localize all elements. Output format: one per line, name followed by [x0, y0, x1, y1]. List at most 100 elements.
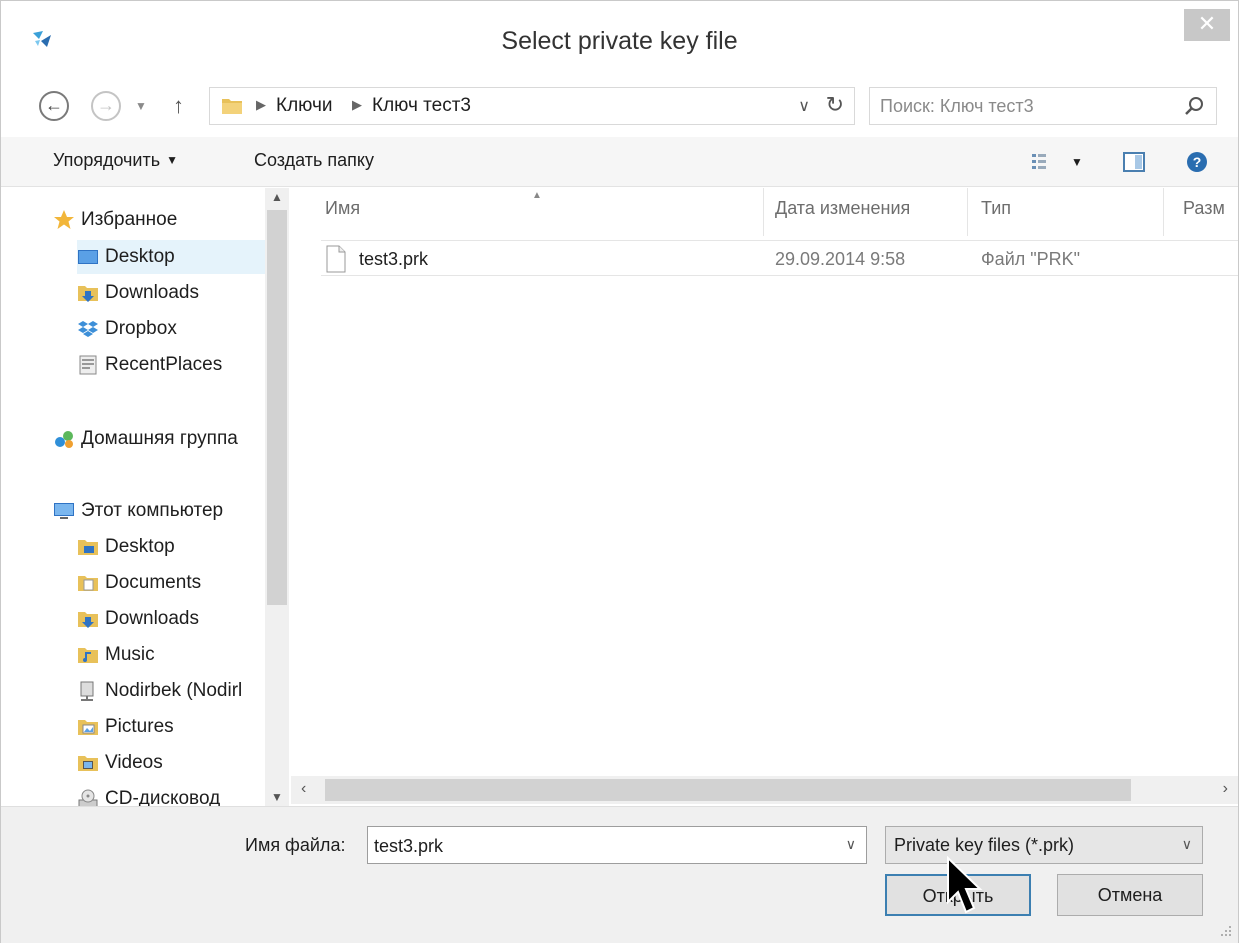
scrollbar-thumb[interactable]: [267, 210, 287, 605]
scroll-left-icon[interactable]: ‹: [301, 780, 306, 798]
view-options-icon[interactable]: [1029, 149, 1055, 175]
file-name-combobox[interactable]: ∨: [367, 826, 867, 864]
column-header-name[interactable]: Имя: [325, 198, 360, 219]
file-dialog-window: Select private key file ✕ ← → ▼ ↑ ▶ Ключ…: [0, 0, 1239, 943]
mouse-cursor-icon: [947, 856, 983, 914]
forward-button[interactable]: →: [91, 91, 121, 121]
breadcrumb-item[interactable]: Ключ тест3: [372, 95, 471, 117]
nav-item-desktop[interactable]: Desktop: [77, 240, 265, 274]
resize-grip-icon[interactable]: [1218, 923, 1232, 937]
nav-item-pc-desktop[interactable]: Desktop: [77, 530, 265, 564]
recent-locations-dropdown[interactable]: ▼: [135, 91, 147, 121]
desktop-folder-icon: [78, 540, 98, 555]
search-icon[interactable]: [1182, 94, 1206, 118]
dropdown-arrow-icon: ▼: [166, 153, 179, 167]
scroll-right-icon[interactable]: ›: [1223, 780, 1228, 798]
organize-label: Упорядочить: [53, 150, 161, 170]
file-type-filter-value: Private key files (*.prk): [894, 835, 1075, 855]
file-icon: [326, 245, 346, 273]
documents-folder-icon: [78, 576, 98, 591]
column-header-date[interactable]: Дата изменения: [775, 198, 910, 219]
music-folder-icon: [78, 648, 98, 663]
desktop-icon: [78, 250, 98, 264]
nav-favorites[interactable]: Избранное: [53, 203, 265, 237]
svg-text:?: ?: [1193, 154, 1202, 170]
folder-icon: [222, 99, 242, 114]
search-box[interactable]: [869, 87, 1217, 125]
close-button[interactable]: ✕: [1184, 9, 1230, 41]
nav-label: Desktop: [105, 536, 175, 557]
breadcrumb-item[interactable]: Ключи: [276, 95, 333, 117]
nav-item-documents[interactable]: Documents: [77, 566, 265, 600]
preview-pane-icon[interactable]: [1121, 149, 1147, 175]
window-title: Select private key file: [501, 27, 738, 55]
nav-homegroup[interactable]: Домашняя группа: [53, 422, 265, 456]
up-button[interactable]: ↑: [173, 91, 184, 121]
sort-ascending-icon: ▲: [532, 190, 542, 201]
breadcrumb-separator: ▶: [352, 97, 362, 112]
scroll-up-icon[interactable]: ▲: [271, 190, 283, 204]
navigation-row: ← → ▼ ↑ ▶ Ключи ▶ Ключ тест3 ∨ ↻: [1, 81, 1238, 131]
nav-label: Videos: [105, 752, 163, 773]
nav-label: Music: [105, 644, 155, 665]
breadcrumb-separator: ▶: [256, 97, 266, 112]
nav-item-downloads[interactable]: Downloads: [77, 276, 265, 310]
nav-label: Documents: [105, 572, 202, 593]
star-icon: [54, 210, 74, 229]
chevron-down-icon[interactable]: ∨: [1182, 836, 1192, 853]
back-button[interactable]: ←: [39, 91, 69, 121]
nav-item-music[interactable]: Music: [77, 638, 265, 672]
homegroup-icon: [55, 431, 73, 448]
nav-this-pc[interactable]: Этот компьютер: [53, 494, 265, 528]
column-divider[interactable]: [1163, 188, 1164, 236]
new-folder-button[interactable]: Создать папку: [254, 150, 374, 171]
nav-label: Downloads: [105, 282, 199, 303]
address-dropdown-icon[interactable]: ∨: [798, 96, 810, 116]
nav-label: Desktop: [105, 246, 175, 267]
nav-label: Downloads: [105, 608, 199, 629]
file-date: 29.09.2014 9:58: [775, 249, 906, 269]
title-bar[interactable]: Select private key file ✕: [1, 1, 1238, 79]
nav-label: RecentPlaces: [105, 354, 223, 375]
downloads-folder-icon: [78, 286, 98, 302]
column-divider[interactable]: [763, 188, 764, 236]
column-header-size[interactable]: Разм: [1183, 198, 1225, 219]
command-bar: Упорядочить ▼ Создать папку ▼ ?: [1, 137, 1238, 187]
nav-item-recent-places[interactable]: RecentPlaces: [77, 348, 265, 382]
nav-label: Nodirbek (Nodirl: [105, 680, 243, 701]
nav-item-pc-downloads[interactable]: Downloads: [77, 602, 265, 636]
column-header-type[interactable]: Тип: [981, 198, 1011, 219]
nav-item-cd-drive[interactable]: CD-дисковод: [77, 782, 265, 806]
file-name-label: Имя файла:: [245, 835, 346, 855]
nav-item-network-drive[interactable]: Nodirbek (Nodirl: [77, 674, 265, 708]
help-icon[interactable]: ?: [1184, 149, 1210, 175]
scrollbar-thumb[interactable]: [325, 779, 1131, 801]
nav-label: Избранное: [81, 209, 178, 230]
computer-icon: [54, 503, 74, 519]
organize-button[interactable]: Упорядочить ▼: [53, 150, 178, 171]
column-divider[interactable]: [967, 188, 968, 236]
chevron-down-icon[interactable]: ∨: [846, 836, 856, 853]
scroll-down-icon[interactable]: ▼: [271, 790, 283, 804]
nav-pane-scrollbar[interactable]: ▲ ▼: [265, 188, 289, 806]
address-bar[interactable]: ▶ Ключи ▶ Ключ тест3 ∨ ↻: [209, 87, 855, 125]
dialog-footer: Имя файла: ∨ Private key files (*.prk) ∨…: [1, 806, 1238, 943]
file-list-horizontal-scrollbar[interactable]: ‹ ›: [291, 776, 1238, 804]
nav-item-pictures[interactable]: Pictures: [77, 710, 265, 744]
nav-item-videos[interactable]: Videos: [77, 746, 265, 780]
file-type-filter-select[interactable]: Private key files (*.prk) ∨: [885, 826, 1203, 864]
file-name-input[interactable]: [374, 833, 824, 859]
table-row[interactable]: test3.prk 29.09.2014 9:58 Файл "PRK": [321, 240, 1238, 276]
nav-item-dropbox[interactable]: Dropbox: [77, 312, 265, 346]
dropbox-icon: [78, 321, 98, 337]
nav-label: Dropbox: [105, 318, 177, 339]
file-type: Файл "PRK": [981, 249, 1081, 269]
refresh-icon[interactable]: ↻: [826, 92, 844, 118]
search-input[interactable]: [880, 93, 1170, 119]
nav-label: Домашняя группа: [81, 428, 238, 449]
file-list: ▲ Имя Дата изменения Тип Разм test3.prk …: [291, 188, 1238, 806]
view-dropdown-icon[interactable]: ▼: [1071, 155, 1083, 169]
cancel-button[interactable]: Отмена: [1057, 874, 1203, 916]
downloads-folder-icon: [78, 612, 98, 628]
nav-label: CD-дисковод: [105, 788, 221, 806]
